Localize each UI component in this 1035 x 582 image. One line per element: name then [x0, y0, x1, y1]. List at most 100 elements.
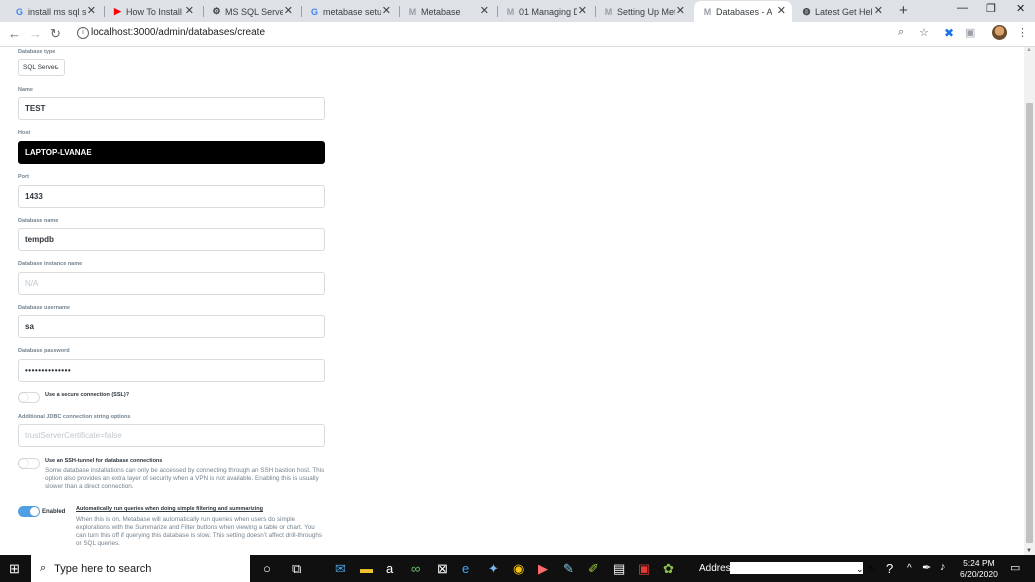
database-create-form: Database type SQL Server ⌄ Name TEST Hos… — [0, 47, 1023, 555]
clock-time: 5:24 PM — [963, 558, 995, 568]
tab-title: Metabase — [421, 6, 461, 17]
restore-icon[interactable]: ❐ — [986, 2, 996, 15]
sticky-icon[interactable]: ✐ — [588, 561, 599, 577]
tab-title: metabase setup — [323, 6, 381, 17]
tab-metabase-setup[interactable]: G metabase setup ✕ — [309, 1, 397, 22]
pen-icon[interactable]: ✒ — [922, 561, 931, 574]
extension-icon[interactable]: ✖ — [944, 26, 954, 40]
address-bar[interactable]: localhost:3000/admin/databases/create — [91, 27, 265, 38]
close-tab-icon[interactable]: ✕ — [676, 4, 685, 17]
infinity-icon[interactable]: ∞ — [411, 561, 420, 576]
notes-icon[interactable]: ✎ — [563, 561, 574, 577]
instance-field[interactable]: N/A — [18, 272, 325, 295]
scroll-down-icon[interactable]: ▼ — [1026, 548, 1032, 554]
host-label: Host — [18, 130, 31, 136]
snip-icon[interactable]: ▣ — [638, 561, 650, 577]
tab-separator — [595, 6, 596, 17]
close-tab-icon[interactable]: ✕ — [578, 4, 587, 17]
taskbar-search[interactable]: ⌕ Type here to search — [31, 555, 250, 582]
chrome-icon[interactable]: ◉ — [513, 561, 524, 577]
menu-kebab-icon[interactable]: ⋮ — [1017, 26, 1028, 39]
amazon-icon[interactable]: a — [386, 561, 393, 576]
host-field[interactable]: LAPTOP-LVANAE — [18, 141, 325, 164]
ssh-toggle[interactable] — [18, 458, 40, 469]
tab-setting-up-metabase[interactable]: M Setting Up Meta ✕ — [603, 1, 691, 22]
address-toolbar-input[interactable] — [730, 562, 863, 574]
password-field[interactable]: •••••••••••••• — [18, 359, 325, 382]
gmail-icon: M — [604, 6, 613, 17]
tab-separator — [203, 6, 204, 17]
tab-separator — [301, 6, 302, 17]
db-type-select[interactable]: SQL Server ⌄ — [18, 59, 65, 76]
tab-ms-sql-server[interactable]: ⚙ MS SQL Server ✕ — [211, 1, 299, 22]
zoom-icon[interactable]: ⌕ — [898, 26, 904, 39]
tab-latest-get-help[interactable]: ◍ Latest Get Help ✕ — [801, 1, 889, 22]
username-field[interactable]: sa — [18, 315, 325, 338]
film-icon[interactable]: ▤ — [613, 561, 625, 577]
browser-toolbar: ← → ↻ i localhost:3000/admin/databases/c… — [0, 22, 1035, 47]
feedback-icon[interactable]: ✿ — [663, 561, 674, 577]
show-hidden-icons[interactable]: ^ — [907, 563, 912, 574]
go-arrow-icon[interactable]: ↻ — [868, 564, 876, 575]
ssh-title: Use an SSH-tunnel for database connectio… — [45, 458, 163, 464]
dbname-field[interactable]: tempdb — [18, 228, 325, 251]
notification-icon[interactable]: ▭ — [1010, 561, 1020, 574]
profile-avatar[interactable] — [992, 25, 1007, 40]
ssl-label: Use a secure connection (SSL)? — [45, 392, 130, 398]
task-view-icon[interactable]: ⧉ — [292, 561, 301, 577]
page-scrollbar[interactable]: ▲ ▼ — [1024, 47, 1035, 555]
mail-icon[interactable]: ✉ — [335, 561, 346, 577]
scrollbar-thumb[interactable] — [1026, 103, 1033, 543]
close-tab-icon[interactable]: ✕ — [874, 4, 883, 17]
chevron-down-icon[interactable]: ⌄ — [856, 564, 864, 575]
auto-run-status: Enabled — [42, 509, 66, 515]
auto-run-toggle[interactable] — [18, 506, 40, 517]
tab-metabase[interactable]: M Metabase ✕ — [407, 1, 495, 22]
new-tab-button[interactable]: + — [899, 2, 908, 19]
media-player-icon[interactable]: ▶ — [538, 561, 548, 577]
tab-install-ms-sql[interactable]: G install ms sql ser ✕ — [14, 1, 102, 22]
username-label: Database username — [18, 305, 70, 311]
scroll-up-icon[interactable]: ▲ — [1026, 47, 1032, 53]
close-tab-icon[interactable]: ✕ — [480, 4, 489, 17]
close-tab-icon[interactable]: ✕ — [185, 4, 194, 17]
ssl-toggle[interactable] — [18, 392, 40, 403]
cortana-icon[interactable]: ○ — [263, 561, 271, 576]
tab-separator — [104, 6, 105, 17]
tab-managing-data[interactable]: M 01 Managing Da ✕ — [505, 1, 593, 22]
jdbc-options-field[interactable]: trustServerCertificate=false — [18, 424, 325, 447]
minimize-icon[interactable]: — — [957, 2, 968, 14]
close-tab-icon[interactable]: ✕ — [87, 4, 96, 17]
forward-icon[interactable]: → — [29, 26, 42, 41]
edge-icon[interactable]: e — [462, 561, 469, 576]
speaker-icon[interactable]: ♪ — [940, 561, 946, 573]
close-tab-icon[interactable]: ✕ — [284, 4, 293, 17]
port-field[interactable]: 1433 — [18, 185, 325, 208]
file-explorer-icon[interactable]: ▬ — [360, 561, 373, 576]
instance-label: Database instance name — [18, 261, 83, 267]
db-type-value: SQL Server — [23, 64, 57, 71]
store-icon[interactable]: ⊠ — [437, 561, 448, 577]
dropbox-icon[interactable]: ✦ — [488, 561, 499, 577]
site-info-icon[interactable]: i — [77, 27, 89, 39]
close-tab-icon[interactable]: ✕ — [777, 4, 786, 17]
reload-icon[interactable]: ↻ — [50, 26, 61, 42]
db-type-label: Database type — [18, 49, 56, 55]
close-window-icon[interactable]: ✕ — [1016, 2, 1025, 15]
windows-start-icon[interactable]: ⊞ — [9, 561, 20, 577]
tab-separator — [399, 6, 400, 17]
google-icon: G — [15, 6, 23, 17]
tab-databases-admin[interactable]: M Databases - Adm ✕ — [694, 1, 792, 22]
tab-title: install ms sql ser — [28, 6, 86, 17]
tab-how-to-install[interactable]: ▶ How To Install S ✕ — [112, 1, 200, 22]
windows-taskbar: ⊞ ⌕ Type here to search ○ ⧉ ✉ ▬ a ∞ ⊠ e … — [0, 555, 1035, 582]
back-icon[interactable]: ← — [8, 26, 21, 41]
name-field[interactable]: TEST — [18, 97, 325, 120]
bookmark-star-icon[interactable]: ☆ — [919, 26, 929, 39]
taskbar-clock[interactable]: 5:24 PM 6/20/2020 — [960, 558, 998, 580]
toggle-knob — [19, 459, 28, 468]
tab-title: Latest Get Help — [815, 6, 873, 17]
help-icon[interactable]: ? — [886, 561, 893, 576]
close-tab-icon[interactable]: ✕ — [382, 4, 391, 17]
extension-box-icon[interactable]: ▣ — [965, 26, 975, 39]
